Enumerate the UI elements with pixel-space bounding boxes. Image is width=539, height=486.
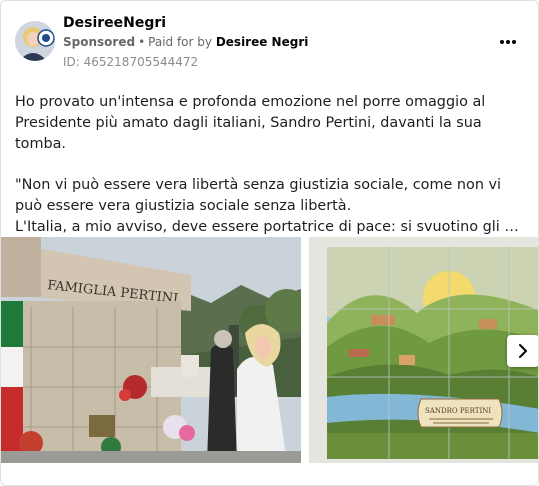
author-name[interactable]: DesireeNegri	[63, 15, 166, 31]
avatar[interactable]	[15, 21, 55, 61]
mural-scroll-text: SANDRO PERTINI	[425, 407, 491, 415]
sponsored-label: Sponsored	[63, 35, 136, 49]
more-options-icon-dot	[512, 40, 516, 44]
sponsored-line: Sponsored • Paid for by Desiree Negri	[63, 35, 308, 49]
carousel-photo-tomb[interactable]: FAMIGLIA PERTINI	[1, 237, 301, 463]
post-header: DesireeNegri Sponsored • Paid for by Desir…	[1, 1, 538, 81]
separator-dot: •	[138, 35, 146, 49]
body-quote: "Non vi può essere vera libertà senza gi…	[15, 177, 502, 214]
more-options-button[interactable]	[495, 29, 521, 55]
image-carousel[interactable]: FAMIGLIA PERTINI SANDRO PERTINI	[1, 237, 538, 463]
more-options-icon	[500, 40, 504, 44]
carousel-photo-tile-mural[interactable]: SANDRO PERTINI	[309, 237, 538, 463]
ad-id: ID: 465218705544472	[63, 55, 199, 69]
chevron-right-icon	[519, 344, 527, 358]
carousel-next-button[interactable]	[507, 335, 538, 367]
more-options-icon-dot	[506, 40, 510, 44]
post-body: Ho provato un'intensa e profonda emozion…	[15, 92, 527, 238]
body-paragraph: Ho provato un'intensa e profonda emozion…	[15, 94, 486, 152]
body-quote-truncated: L'Italia, a mio avviso, deve essere port…	[15, 219, 527, 235]
paid-for-prefix: Paid for by	[148, 35, 212, 49]
paid-for-name[interactable]: Desiree Negri	[216, 35, 309, 49]
ad-card: DesireeNegri Sponsored • Paid for by Desir…	[0, 0, 539, 486]
